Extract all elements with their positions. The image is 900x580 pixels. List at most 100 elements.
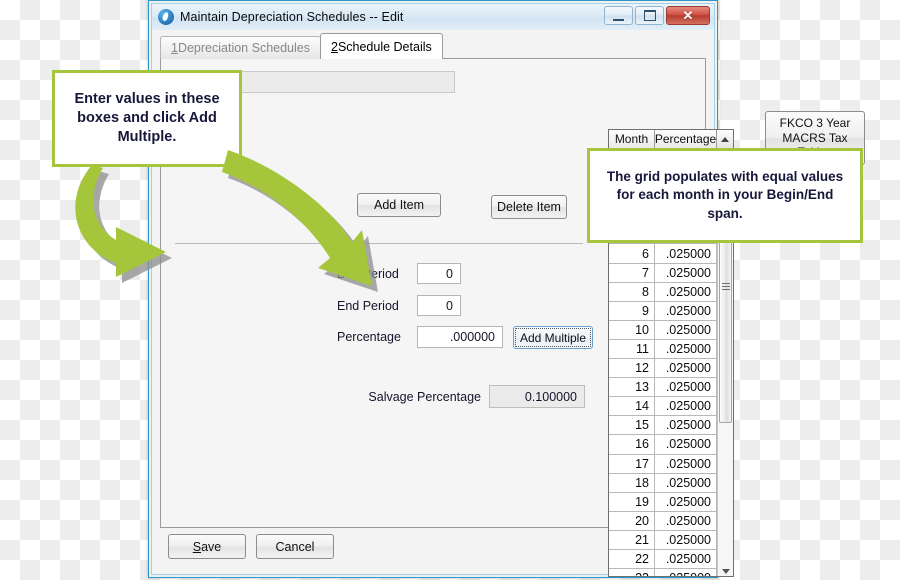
save-label-rest: ave [201, 539, 222, 554]
cancel-label: Cancel [275, 539, 315, 554]
grid-row[interactable]: 18.025000 [609, 473, 717, 493]
grid-cell-percentage: .025000 [655, 301, 717, 320]
grid-cell-percentage: .025000 [655, 359, 717, 378]
grid-row[interactable]: 21.025000 [609, 530, 717, 550]
grid-row[interactable]: 8.025000 [609, 282, 717, 302]
add-multiple-button[interactable]: Add Multiple [513, 326, 593, 349]
grid-cell-month: 18 [609, 473, 655, 492]
grid-cell-month: 21 [609, 530, 655, 549]
tab-1-accelerator: 1 [171, 41, 178, 55]
add-item-label: Add Item [373, 198, 425, 212]
scroll-up-arrow-icon [721, 136, 729, 142]
grid-cell-percentage: .025000 [655, 320, 717, 339]
grid-cell-month: 22 [609, 549, 655, 569]
grid-cell-month: 7 [609, 263, 655, 282]
tab-1-label: Depreciation Schedules [177, 41, 310, 55]
grid-cell-percentage: .025000 [655, 492, 717, 511]
grid-cell-percentage: .025000 [655, 473, 717, 492]
add-item-button[interactable]: Add Item [357, 193, 441, 217]
beg-period-input[interactable]: 0 [417, 263, 461, 284]
grid-cell-percentage: .025000 [655, 263, 717, 282]
grid-header-row: Month Percentage [609, 130, 733, 149]
percentage-row: Percentage .000000 [337, 326, 503, 348]
close-icon: ✕ [682, 8, 694, 23]
grid-row[interactable]: 13.025000 [609, 378, 717, 398]
grid-row[interactable]: 15.025000 [609, 416, 717, 436]
grid-row[interactable]: 19.025000 [609, 492, 717, 512]
grid-cell-percentage: .025000 [655, 397, 717, 416]
scroll-up-button[interactable] [717, 130, 733, 148]
grid-cell-percentage: .025000 [655, 511, 717, 530]
grid-row[interactable]: 9.025000 [609, 301, 717, 321]
title-bar[interactable]: Maintain Depreciation Schedules -- Edit … [152, 4, 714, 30]
beg-period-label: Beg Period [337, 266, 399, 281]
grid-cell-month: 16 [609, 435, 655, 454]
grid-cell-percentage: .025000 [655, 549, 717, 569]
save-button[interactable]: Save [168, 534, 246, 559]
grid-row[interactable]: 6.025000 [609, 244, 717, 264]
beg-period-row: Beg Period 0 [337, 263, 461, 284]
grid-cell-month: 17 [609, 454, 655, 473]
grid-row[interactable]: 12.025000 [609, 359, 717, 379]
tab-2-label: Schedule Details [337, 39, 432, 54]
save-accelerator: S [192, 539, 202, 554]
callout-enter-values: Enter values in these boxes and click Ad… [52, 70, 242, 167]
grid-row[interactable]: 23.025000 [609, 569, 717, 576]
maximize-button[interactable] [635, 6, 664, 25]
grid-row[interactable]: 16.025000 [609, 435, 717, 455]
grid-header-percentage[interactable]: Percentage [655, 130, 717, 148]
grid-cell-month: 8 [609, 282, 655, 301]
tab-schedule-details[interactable]: 2 Schedule Details [319, 33, 443, 59]
grid-row[interactable]: 7.025000 [609, 263, 717, 283]
grid-cell-month: 20 [609, 511, 655, 530]
callout-grid-populates: The grid populates with equal values for… [587, 148, 863, 243]
minimize-button[interactable] [604, 6, 633, 25]
close-button[interactable]: ✕ [666, 6, 710, 25]
salvage-percentage-label: Salvage Percentage [368, 389, 481, 404]
grid-cell-month: 10 [609, 320, 655, 339]
cancel-button[interactable]: Cancel [256, 534, 334, 559]
add-multiple-label: Add Multiple [519, 330, 587, 345]
app-circle-icon [158, 9, 174, 25]
scroll-down-button[interactable] [718, 569, 733, 574]
grid-cell-percentage: .025000 [655, 454, 717, 473]
grid-header-month[interactable]: Month [609, 130, 655, 148]
fkco-label-line-2: MACRS Tax [782, 130, 848, 145]
grid-cell-month: 12 [609, 359, 655, 378]
grid-cell-month: 15 [609, 416, 655, 435]
grid-cell-percentage: .025000 [655, 569, 717, 576]
scrollbar-grip-icon [721, 282, 730, 290]
minimize-icon [613, 16, 624, 21]
grid-cell-month: 14 [609, 397, 655, 416]
window-controls: ✕ [604, 6, 710, 25]
maximize-icon [643, 10, 656, 21]
grid-row[interactable]: 11.025000 [609, 339, 717, 360]
grid-row[interactable]: 22.025000 [609, 549, 717, 570]
percentage-label: Percentage [337, 330, 401, 344]
delete-item-label: Delete Item [497, 200, 561, 214]
callout-left-text: Enter values in these boxes and click Ad… [74, 91, 220, 145]
salvage-percentage-input[interactable]: 0.100000 [489, 385, 585, 408]
grid-cell-month: 23 [609, 569, 655, 576]
end-period-label: End Period [337, 298, 399, 313]
section-divider [175, 243, 583, 244]
grid-cell-percentage: .025000 [655, 530, 717, 549]
grid-cell-percentage: .025000 [655, 378, 717, 397]
grid-cell-month: 6 [609, 244, 655, 263]
grid-cell-percentage: .025000 [655, 282, 717, 301]
grid-row[interactable]: 10.025000 [609, 320, 717, 340]
grid-cell-percentage: .025000 [655, 435, 717, 454]
tab-depreciation-schedules[interactable]: 1 Depreciation Schedules [160, 36, 321, 59]
grid-row[interactable]: 14.025000 [609, 397, 717, 417]
salvage-percentage-row: Salvage Percentage 0.100000 [357, 385, 585, 408]
end-period-input[interactable]: 0 [417, 295, 461, 316]
callout-right-text: The grid populates with equal values for… [606, 169, 844, 221]
grid-row[interactable]: 20.025000 [609, 511, 717, 531]
grid-cell-month: 9 [609, 301, 655, 320]
end-period-row: End Period 0 [337, 295, 461, 316]
percentage-input[interactable]: .000000 [417, 326, 503, 348]
grid-cell-percentage: .025000 [655, 416, 717, 435]
delete-item-button[interactable]: Delete Item [491, 195, 567, 219]
grid-row[interactable]: 17.025000 [609, 454, 717, 474]
grid-cell-month: 13 [609, 378, 655, 397]
